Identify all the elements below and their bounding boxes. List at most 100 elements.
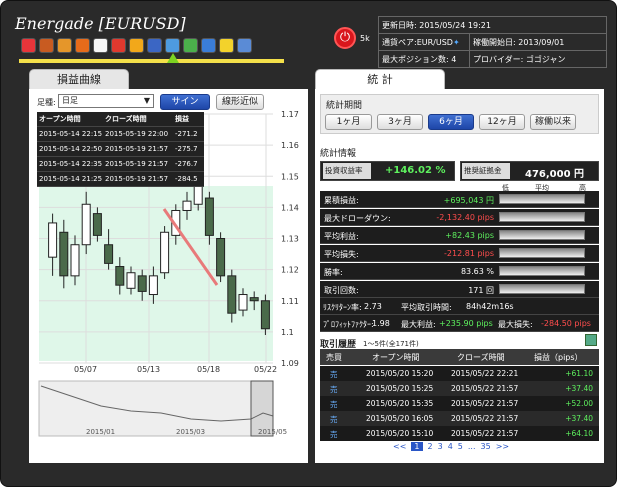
pagination: << 1 2 3 4 5... 35 >> <box>393 442 509 451</box>
app-title: Energade [EURUSD] <box>15 14 186 33</box>
stat-value: -2,132.40 pips <box>436 213 494 222</box>
pair-value: EUR/USD <box>416 37 453 47</box>
chart-up-icon[interactable] <box>165 38 180 53</box>
history-subtitle: 1〜5件(全171件) <box>363 340 419 348</box>
period-1m-button[interactable]: 1ヶ月 <box>325 114 372 130</box>
start-value: 2013/09/01 <box>518 37 565 47</box>
margin-label: 推奨証拠金 <box>462 163 510 179</box>
people-icon[interactable] <box>39 38 54 53</box>
trade-pnl: -276.7 <box>175 160 198 168</box>
trade-open: 2015-05-14 22:50 <box>39 145 103 153</box>
power-icon[interactable]: ⏻ <box>334 27 356 49</box>
fire-icon[interactable] <box>111 38 126 53</box>
star-person-icon[interactable] <box>57 38 72 53</box>
history-row[interactable]: 売 2015/05/20 15:20 2015/05/22 22:21 +61.10 <box>320 366 599 381</box>
export-icon[interactable] <box>585 334 597 346</box>
maxl-value: -284.50 pips <box>541 319 591 328</box>
stat-label: 累積損益: <box>324 196 359 205</box>
stat-label: 最大ドローダウン: <box>324 214 391 223</box>
history-pnl: +64.10 <box>565 429 593 438</box>
stat-value: 83.63 % <box>460 267 494 276</box>
stat-value: -212.81 pips <box>444 249 494 258</box>
history-row[interactable]: 売 2015/05/20 15:10 2015/05/22 21:57 +64.10 <box>320 426 599 441</box>
chevron-down-icon: ▼ <box>143 96 150 105</box>
maxpos-value: 4 <box>451 54 457 64</box>
period-12m-button[interactable]: 12ヶ月 <box>479 114 525 130</box>
history-open: 2015/05/20 16:05 <box>366 414 434 423</box>
period-6m-button[interactable]: 6ヶ月 <box>428 114 474 130</box>
page-link[interactable]: << <box>393 442 406 451</box>
page-link[interactable]: >> <box>496 442 509 451</box>
stat-range-bar <box>499 212 585 222</box>
coin-icon[interactable] <box>129 38 144 53</box>
history-side: 売 <box>330 430 338 439</box>
top100-icon[interactable] <box>93 38 108 53</box>
trade-close: 2015-05-19 21:57 <box>105 175 169 183</box>
period-3m-button[interactable]: 3ヶ月 <box>377 114 423 130</box>
stat-value: +82.43 pips <box>445 231 494 240</box>
margin-value: 476,000 円 <box>525 169 585 180</box>
history-open: 2015/05/20 15:35 <box>366 399 434 408</box>
history-row[interactable]: 売 2015/05/20 15:25 2015/05/22 21:57 +37.40 <box>320 381 599 396</box>
history-close: 2015/05/22 22:21 <box>451 369 519 378</box>
stats-row: 平均利益: +82.43 pips <box>320 227 599 244</box>
period-all-button[interactable]: 稼働以来 <box>530 114 576 130</box>
stats-row: 最大ドローダウン: -2,132.40 pips <box>320 209 599 226</box>
page-link[interactable]: 1 <box>411 442 423 451</box>
swap-flag-icon[interactable] <box>147 38 162 53</box>
rocket-icon[interactable] <box>75 38 90 53</box>
stat-label: 平均利益: <box>324 232 359 241</box>
stats-row: 勝率: 83.63 % <box>320 263 599 280</box>
history-col-pnl: 損益（pips） <box>534 353 583 362</box>
gear-icon[interactable] <box>201 38 216 53</box>
history-row[interactable]: 売 2015/05/20 16:05 2015/05/22 21:57 +37.40 <box>320 411 599 426</box>
stat-range-bar <box>499 284 585 294</box>
page-link[interactable]: 5 <box>458 442 463 451</box>
stat-range-bar <box>499 248 585 258</box>
stat-range-bar <box>499 194 585 204</box>
history-col-open: オープン時間 <box>372 353 420 362</box>
history-close: 2015/05/22 21:57 <box>451 399 519 408</box>
smiley-icon[interactable] <box>21 38 36 53</box>
stat-range-bar <box>499 266 585 276</box>
globe-icon[interactable] <box>237 38 252 53</box>
trade-popup: オープン時間 クローズ時間 損益 2015-05-14 22:15 2015-05… <box>37 112 204 187</box>
history-row[interactable]: 売 2015/05/20 15:35 2015/05/22 21:57 +52.00 <box>320 396 599 411</box>
timeframe-select[interactable]: 日足 ▼ <box>58 94 154 108</box>
hold-value: 84h42m16s <box>466 302 514 311</box>
history-pnl: +52.00 <box>565 399 593 408</box>
stats-info-label: 統計情報 <box>320 149 357 159</box>
sign-button[interactable]: サイン <box>160 94 210 110</box>
page-link[interactable]: 4 <box>448 442 453 451</box>
power-label: 5k <box>360 34 370 43</box>
history-pnl: +37.40 <box>565 414 593 423</box>
trade-open: 2015-05-14 22:35 <box>39 160 103 168</box>
trades-header-close: クローズ時間 <box>105 115 147 123</box>
stats-row: 累積損益: +695,043 円 <box>320 191 599 208</box>
page-link[interactable]: ... <box>468 442 476 451</box>
trade-icon[interactable] <box>183 38 198 53</box>
flags-icon: ✦ <box>452 37 460 47</box>
stat-label: 勝率: <box>324 268 343 277</box>
updated-label: 更新日時: <box>382 20 417 30</box>
toolbar <box>21 38 252 53</box>
page-link[interactable]: 3 <box>438 442 443 451</box>
linear-approx-button[interactable]: 線形近似 <box>216 94 264 110</box>
maxl-label: 最大損失: <box>498 320 533 329</box>
stat-value: +695,043 円 <box>443 196 494 205</box>
return-label: 投資収益率 <box>323 163 371 179</box>
selected-indicator-icon <box>167 53 179 63</box>
tab-pnl-curve[interactable]: 損益曲線 <box>29 69 129 89</box>
history-open: 2015/05/20 15:25 <box>366 384 434 393</box>
stats-row: 平均損失: -212.81 pips <box>320 245 599 262</box>
warning-icon[interactable] <box>219 38 234 53</box>
tab-statistics[interactable]: 統 計 <box>315 69 445 89</box>
timeframe-value: 日足 <box>62 96 78 105</box>
page-link[interactable]: 35 <box>481 442 491 451</box>
stat-label: 平均損失: <box>324 250 359 259</box>
maxp-label: 最大利益: <box>401 320 436 329</box>
history-side: 売 <box>330 415 338 424</box>
page-link[interactable]: 2 <box>428 442 433 451</box>
history-pnl: +61.10 <box>565 369 593 378</box>
provider-label: プロバイダー: <box>473 54 524 64</box>
